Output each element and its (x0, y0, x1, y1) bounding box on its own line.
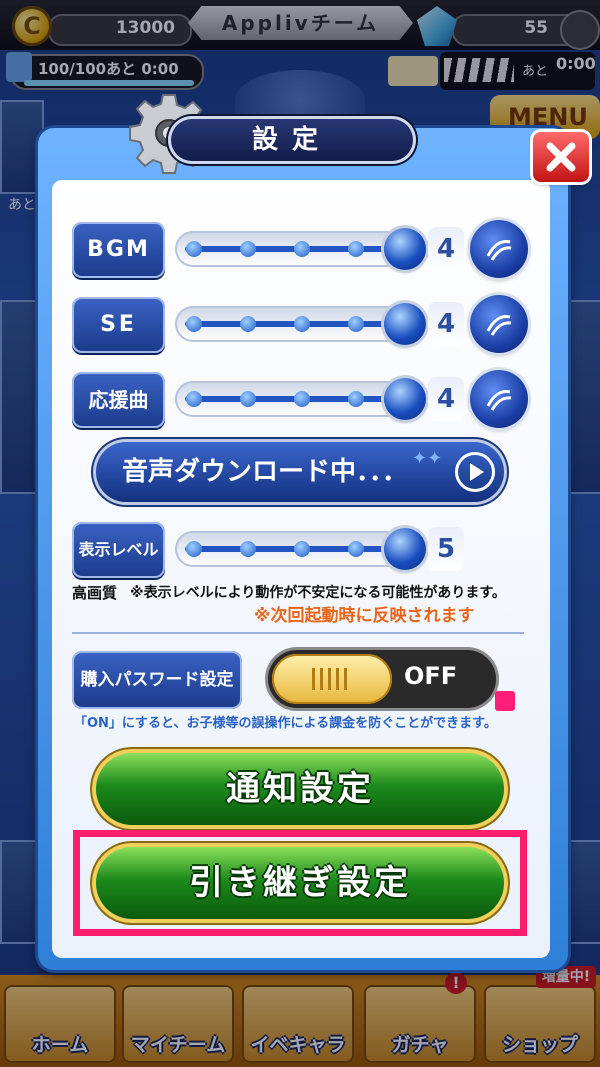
notification-settings-button[interactable]: 通知設定 (96, 753, 504, 825)
bgm-value: 4 (428, 227, 464, 271)
se-speaker-button[interactable] (470, 295, 528, 353)
display-level-slider-step (294, 541, 310, 557)
se-slider-step (240, 316, 256, 332)
cheer-song-label: 応援曲 (72, 372, 165, 428)
purchase-password-label: 購入パスワード設定 (72, 651, 242, 709)
bgm-slider-knob[interactable] (384, 228, 426, 270)
voice-download-button[interactable]: 音声ダウンロード中．．． (96, 442, 504, 502)
se-slider-step (294, 316, 310, 332)
display-level-label: 表示レベル (72, 522, 165, 578)
transfer-settings-button[interactable]: 引き継ぎ設定 (96, 847, 504, 919)
bgm-speaker-button[interactable] (470, 220, 528, 278)
quality-label: 高画質 (72, 584, 118, 602)
grip-icon (312, 668, 352, 690)
close-x-icon (546, 142, 576, 172)
display-level-slider-step (348, 541, 364, 557)
quality-note: ※表示レベルにより動作が不安定になる可能性があります。 (130, 585, 506, 601)
se-slider-knob[interactable] (384, 303, 426, 345)
close-button[interactable] (533, 132, 589, 182)
cheer-song-slider-knob[interactable] (384, 378, 426, 420)
play-icon (455, 452, 495, 492)
speaker-icon (486, 390, 512, 411)
display-level-slider-step (186, 541, 202, 557)
tap-marker (495, 691, 515, 711)
cheer-song-slider-step (348, 391, 364, 407)
bgm-slider-step (186, 241, 202, 257)
sparkle-icon: ✦✦ (412, 448, 443, 469)
display-level-slider-knob[interactable] (384, 528, 426, 570)
se-slider-step (186, 316, 202, 332)
speaker-icon (486, 315, 512, 336)
cheer-song-slider-step (294, 391, 310, 407)
section-divider (72, 632, 524, 634)
se-value: 4 (428, 302, 464, 346)
se-slider-step (348, 316, 364, 332)
cheer-song-slider-step (186, 391, 202, 407)
bgm-slider-step (240, 241, 256, 257)
bgm-slider-step (294, 241, 310, 257)
speaker-icon (486, 240, 512, 261)
password-note: 「ON」にすると、お子様等の誤操作による課金を防ぐことができます。 (74, 716, 497, 731)
cheer-song-value: 4 (428, 377, 464, 421)
display-level-value: 5 (428, 527, 464, 571)
dialog-title: 設定 (168, 116, 416, 164)
bgm-label: BGM (72, 222, 165, 278)
restart-note: ※次回起動時に反映されます (254, 606, 475, 626)
cheer-song-speaker-button[interactable] (470, 370, 528, 428)
se-label: SE (72, 297, 165, 353)
display-level-slider-step (240, 541, 256, 557)
bgm-slider-step (348, 241, 364, 257)
cheer-song-slider-step (240, 391, 256, 407)
toggle-state: OFF (404, 662, 458, 690)
